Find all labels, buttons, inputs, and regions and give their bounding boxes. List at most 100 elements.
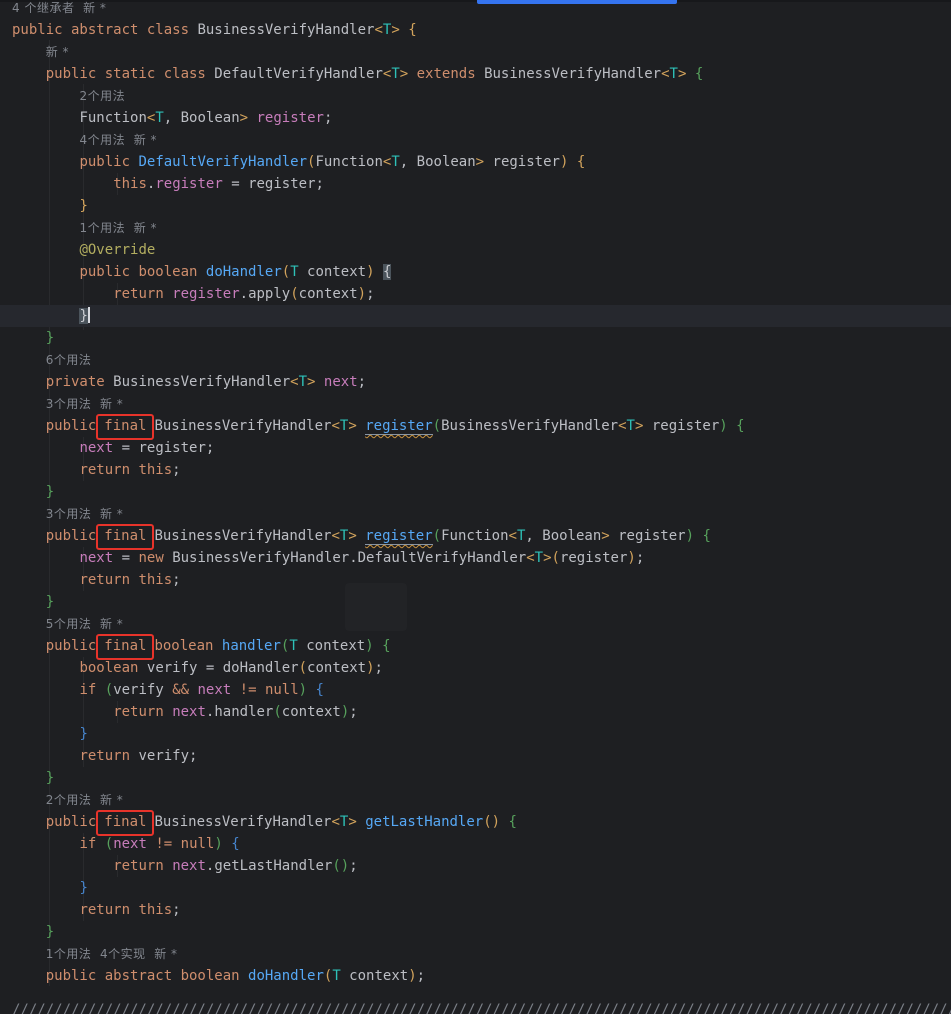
code-token: ( [273, 704, 281, 720]
code-token: { [383, 264, 391, 280]
usage-inlay-hint[interactable]: 3个用法 新 * [46, 397, 124, 411]
code-line[interactable]: publicfinalBusinessVerifyHandler<T> regi… [0, 415, 951, 437]
code-token: ; [375, 660, 383, 676]
code-editor[interactable]: 4 个继承者 新 * public abstract class Business… [0, 0, 951, 1014]
inlay-hint-line[interactable]: 2个用法 [0, 85, 951, 107]
code-line[interactable]: } [0, 195, 951, 217]
usage-inlay-hint[interactable]: 4 个继承者 新 * [12, 1, 106, 15]
inlay-hint-line[interactable]: 6个用法 [0, 349, 951, 371]
code-token: BusinessVerifyHandler [197, 22, 374, 38]
code-token: { [736, 418, 744, 434]
inlay-hint-line[interactable]: 4个用法 新 * [0, 129, 951, 151]
code-token: > [476, 154, 484, 170]
code-token: } [46, 924, 54, 940]
code-line[interactable]: } [0, 305, 951, 327]
final-keyword: final [104, 638, 146, 654]
usage-inlay-hint[interactable]: 1个用法 新 * [79, 221, 157, 235]
final-keyword: final [104, 814, 146, 830]
code-token: public [46, 814, 97, 830]
inlay-hint-line[interactable]: 新 * [0, 41, 951, 63]
code-line[interactable]: publicfinalBusinessVerifyHandler<T> regi… [0, 525, 951, 547]
code-line[interactable]: public boolean doHandler(T context) { [0, 261, 951, 283]
code-token: } [46, 770, 54, 786]
code-line[interactable]: } [0, 723, 951, 745]
usage-inlay-hint[interactable]: 2个用法 [79, 89, 125, 103]
code-line[interactable]: next = new BusinessVerifyHandler.Default… [0, 547, 951, 569]
code-token: ( [332, 858, 340, 874]
code-line[interactable]: this.register = register; [0, 173, 951, 195]
code-line[interactable]: public DefaultVerifyHandler(Function<T, … [0, 151, 951, 173]
code-line[interactable]: private BusinessVerifyHandler<T> next; [0, 371, 951, 393]
inlay-hint-line[interactable]: 4 个继承者 新 * [0, 0, 951, 19]
usage-inlay-hint[interactable]: 1个用法 4个实现 新 * [46, 947, 178, 961]
code-line[interactable]: @Override [0, 239, 951, 261]
code-token: return [79, 748, 138, 764]
code-token: new [138, 550, 172, 566]
code-line[interactable]: public abstract class BusinessVerifyHand… [0, 19, 951, 41]
code-token: ) [366, 660, 374, 676]
code-line[interactable]: } [0, 591, 951, 613]
code-line[interactable]: } [0, 481, 951, 503]
code-token [357, 814, 365, 830]
code-token: ) [214, 836, 222, 852]
code-token: ; [358, 374, 366, 390]
code-line[interactable]: boolean verify = doHandler(context); [0, 657, 951, 679]
inlay-hint-line[interactable]: 2个用法 新 * [0, 789, 951, 811]
code-token: ; [172, 462, 180, 478]
code-line[interactable]: public abstract boolean doHandler(T cont… [0, 965, 951, 987]
code-token [728, 418, 736, 434]
code-token: ////////////////////////////////////////… [12, 1002, 951, 1014]
code-token: } [79, 308, 87, 324]
code-line[interactable]: return register.apply(context); [0, 283, 951, 305]
code-line[interactable]: } [0, 921, 951, 943]
code-token: context [282, 704, 341, 720]
code-line[interactable]: } [0, 877, 951, 899]
code-token: < [509, 528, 517, 544]
code-line[interactable]: next = register; [0, 437, 951, 459]
code-line[interactable]: } [0, 767, 951, 789]
code-token [189, 682, 197, 698]
inlay-hint-line[interactable]: 3个用法 新 * [0, 503, 951, 525]
code-line[interactable]: if (next != null) { [0, 833, 951, 855]
code-token: return this [79, 462, 172, 478]
code-line[interactable]: ////////////////////////////////////////… [0, 999, 951, 1014]
code-line[interactable]: return this; [0, 899, 951, 921]
code-token: next [198, 682, 232, 698]
inlay-hint-line[interactable]: 3个用法 新 * [0, 393, 951, 415]
code-token: null [181, 836, 215, 852]
inlay-hint-line[interactable]: 5个用法 新 * [0, 613, 951, 635]
code-line[interactable]: return next.getLastHandler(); [0, 855, 951, 877]
code-token: ) [408, 968, 416, 984]
code-line[interactable]: public static class DefaultVerifyHandler… [0, 63, 951, 85]
code-token: return [113, 286, 172, 302]
code-token [307, 682, 315, 698]
usage-inlay-hint[interactable]: 5个用法 新 * [46, 617, 124, 631]
code-line[interactable]: publicfinalboolean handler(T context) { [0, 635, 951, 657]
code-line[interactable]: return this; [0, 459, 951, 481]
code-token: ( [290, 286, 298, 302]
code-token: handler [222, 638, 281, 654]
usage-inlay-hint[interactable]: 2个用法 新 * [46, 793, 124, 807]
code-line[interactable]: return next.handler(context); [0, 701, 951, 723]
inlay-hint-line[interactable]: 1个用法 4个实现 新 * [0, 943, 951, 965]
code-line[interactable]: if (verify && next != null) { [0, 679, 951, 701]
usage-inlay-hint[interactable]: 4个用法 新 * [79, 133, 157, 147]
code-token: ( [299, 660, 307, 676]
code-line[interactable]: return this; [0, 569, 951, 591]
method-name-warning: register [365, 418, 432, 435]
code-token: T [391, 154, 399, 170]
code-token: , Boolean [525, 528, 601, 544]
code-token: DefaultVerifyHandler [138, 154, 307, 170]
code-line[interactable]: } [0, 327, 951, 349]
usage-inlay-hint[interactable]: 3个用法 新 * [46, 507, 124, 521]
usage-inlay-hint[interactable]: 6个用法 [46, 353, 92, 367]
inlay-hint-line[interactable]: 1个用法 新 * [0, 217, 951, 239]
code-line[interactable]: Function<T, Boolean> register; [0, 107, 951, 129]
code-line[interactable]: publicfinalBusinessVerifyHandler<T> getL… [0, 811, 951, 833]
code-token: Function [441, 528, 508, 544]
usage-inlay-hint[interactable]: 新 * [46, 45, 69, 59]
code-token: < [374, 22, 382, 38]
method-name-warning: register [365, 528, 432, 545]
code-line[interactable]: return verify; [0, 745, 951, 767]
code-token: next [113, 836, 147, 852]
